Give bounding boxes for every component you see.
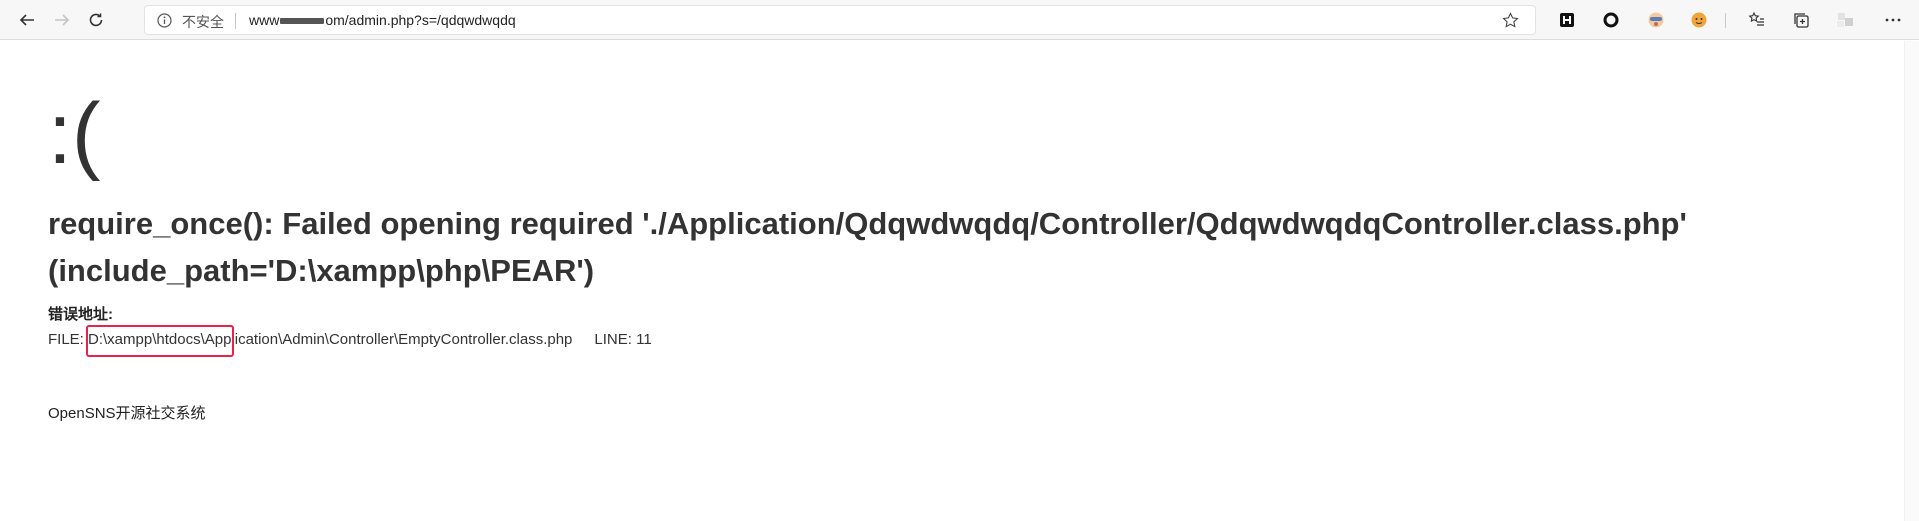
file-label: FILE:: [48, 331, 89, 348]
toolbar-divider: [1725, 13, 1726, 28]
reload-icon: [89, 13, 103, 27]
browser-toolbar: 不安全 www om/admin.php?s=/qdqwdwqdq: [0, 0, 1919, 40]
reload-button[interactable]: [84, 8, 108, 32]
address-bar[interactable]: 不安全 www om/admin.php?s=/qdqwdwqdq: [144, 5, 1536, 35]
info-icon[interactable]: [157, 13, 172, 33]
extension-face-icon[interactable]: [1688, 9, 1710, 31]
redacted-domain: [280, 18, 325, 25]
url-prefix: www: [249, 12, 280, 28]
url-suffix: om/admin.php?s=/qdqwdwqdq: [325, 12, 516, 28]
forward-arrow-icon: [55, 14, 70, 26]
error-message: require_once(): Failed opening required …: [48, 206, 1687, 288]
line-number: LINE: 11: [594, 331, 652, 348]
profile-icon[interactable]: [1834, 9, 1856, 31]
url-text[interactable]: www om/admin.php?s=/qdqwdwqdq: [249, 12, 516, 28]
back-button[interactable]: [15, 8, 39, 32]
more-menu-icon[interactable]: [1882, 9, 1904, 31]
sad-face-symbol: :(: [48, 86, 101, 182]
page-scrollbar[interactable]: [1904, 41, 1919, 521]
error-location-label: 错误地址:: [48, 306, 113, 323]
footer-brand: OpenSNS开源社交系统: [48, 405, 206, 422]
highlight-box: [86, 325, 234, 357]
extension-ring-icon[interactable]: [1600, 9, 1622, 31]
address-divider: [235, 13, 236, 29]
favorite-star-icon[interactable]: [1502, 12, 1519, 34]
back-arrow-icon: [19, 14, 34, 26]
favorites-icon[interactable]: [1746, 9, 1768, 31]
extension-h-icon[interactable]: [1556, 9, 1578, 31]
forward-button[interactable]: [50, 8, 74, 32]
collections-icon[interactable]: [1790, 9, 1812, 31]
extension-avatar-icon[interactable]: [1645, 9, 1667, 31]
file-path-rest: Application\Admin\Controller\EmptyContro…: [204, 331, 573, 348]
security-status[interactable]: 不安全: [182, 12, 224, 32]
